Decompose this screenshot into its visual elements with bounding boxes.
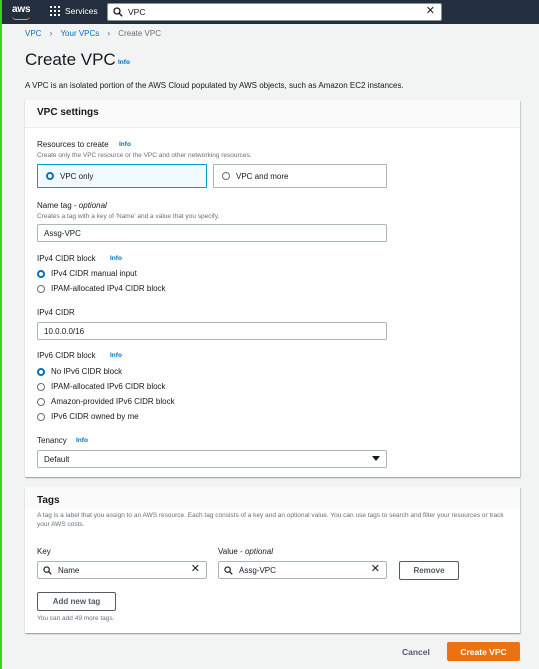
top-navigation-bar: aws Services ✕	[2, 0, 539, 24]
radio-selected-icon	[37, 367, 45, 376]
caret-down-icon	[372, 456, 380, 461]
global-search-box[interactable]: ✕	[107, 3, 442, 21]
tags-panel: Tags A tag is a label that you assign to…	[25, 487, 520, 633]
search-icon	[113, 7, 123, 17]
tag-key-input[interactable]: Name ✕	[37, 561, 207, 579]
ipv4-block-info-link[interactable]: Info	[110, 255, 122, 262]
ipv4-cidr-input[interactable]: 10.0.0.0/16	[37, 322, 387, 340]
page-description: A VPC is an isolated portion of the AWS …	[25, 81, 404, 90]
name-tag-input[interactable]: Assg-VPC	[37, 224, 387, 242]
tags-heading: Tags	[25, 487, 520, 509]
ipv6-option-none[interactable]: No IPv6 CIDR block	[37, 367, 122, 376]
name-tag-description: Creates a tag with a key of 'Name' and a…	[37, 213, 220, 220]
ipv4-block-label: IPv4 CIDR block	[37, 254, 96, 263]
left-edge-accent	[0, 0, 2, 669]
services-menu-button[interactable]: Services	[50, 6, 98, 16]
tag-value-input[interactable]: Assg-VPC ✕	[218, 561, 387, 579]
ipv6-block-info-link[interactable]: Info	[110, 352, 122, 359]
tags-description: A tag is a label that you assign to an A…	[37, 512, 504, 528]
clear-key-icon[interactable]: ✕	[191, 564, 200, 575]
clear-search-icon[interactable]: ✕	[426, 6, 435, 17]
tags-remaining-note: You can add 49 more tags.	[37, 615, 115, 622]
option-label: IPv6 CIDR owned by me	[51, 412, 139, 421]
chevron-right-icon: ›	[49, 28, 53, 38]
cancel-button[interactable]: Cancel	[402, 647, 430, 657]
tag-value-label: Value - optional	[218, 547, 274, 556]
tenancy-info-link[interactable]: Info	[76, 437, 88, 444]
services-label: Services	[65, 6, 98, 16]
grid-menu-icon	[50, 6, 60, 16]
breadcrumb-current: Create VPC	[118, 28, 161, 38]
tag-key-label: Key	[37, 547, 51, 556]
global-search-input[interactable]	[128, 6, 408, 18]
resources-info-link[interactable]: Info	[119, 141, 131, 148]
resource-option-vpc-and-more[interactable]: VPC and more	[213, 164, 387, 188]
create-vpc-button[interactable]: Create VPC	[447, 642, 520, 661]
page-info-link[interactable]: Info	[118, 59, 130, 66]
ipv6-block-label: IPv6 CIDR block	[37, 351, 96, 360]
radio-unselected-icon	[37, 397, 45, 406]
option-label: IPAM-allocated IPv6 CIDR block	[51, 382, 166, 391]
vpc-settings-heading: VPC settings	[25, 100, 520, 128]
page-title: Create VPC	[25, 50, 116, 69]
resources-description: Create only the VPC resource or the VPC …	[37, 152, 252, 159]
tag-value-value: Assg-VPC	[239, 566, 276, 575]
radio-unselected-icon	[37, 412, 45, 421]
search-icon	[224, 566, 233, 575]
tenancy-value: Default	[44, 455, 70, 464]
vpc-settings-panel: VPC settings Resources to create Info Cr…	[25, 100, 520, 477]
resource-option-label: VPC and more	[236, 171, 289, 181]
ipv4-option-manual[interactable]: IPv4 CIDR manual input	[37, 269, 137, 278]
resource-option-vpc-only[interactable]: VPC only	[37, 164, 207, 188]
ipv6-option-amazon[interactable]: Amazon-provided IPv6 CIDR block	[37, 397, 175, 406]
ipv4-cidr-label: IPv4 CIDR	[37, 308, 75, 317]
clear-value-icon[interactable]: ✕	[371, 564, 380, 575]
radio-unselected-icon	[37, 284, 45, 293]
name-tag-label: Name tag - optional	[37, 201, 107, 210]
option-label: Amazon-provided IPv6 CIDR block	[51, 397, 175, 406]
option-label: IPAM-allocated IPv4 CIDR block	[51, 284, 166, 293]
search-icon	[43, 566, 52, 575]
resource-option-label: VPC only	[60, 171, 94, 181]
tenancy-select[interactable]: Default	[37, 450, 387, 468]
aws-logo-smile	[12, 16, 30, 20]
option-label: IPv4 CIDR manual input	[51, 269, 137, 278]
option-label: No IPv6 CIDR block	[51, 367, 123, 376]
chevron-right-icon: ›	[107, 28, 111, 38]
breadcrumb-vpc-link[interactable]: VPC	[25, 29, 41, 38]
ipv6-option-owned[interactable]: IPv6 CIDR owned by me	[37, 412, 139, 421]
breadcrumb: VPC › Your VPCs › Create VPC	[25, 28, 161, 38]
remove-tag-button[interactable]: Remove	[399, 561, 459, 580]
radio-selected-icon	[37, 269, 45, 278]
tag-key-value: Name	[58, 566, 80, 575]
ipv6-option-ipam[interactable]: IPAM-allocated IPv6 CIDR block	[37, 382, 166, 391]
tenancy-label: Tenancy	[37, 436, 67, 445]
radio-selected-icon	[46, 172, 54, 180]
resources-label: Resources to create	[37, 140, 109, 149]
breadcrumb-your-vpcs-link[interactable]: Your VPCs	[60, 29, 99, 38]
aws-logo[interactable]: aws	[12, 4, 31, 15]
add-new-tag-button[interactable]: Add new tag	[37, 592, 116, 611]
radio-unselected-icon	[222, 172, 230, 180]
ipv4-option-ipam[interactable]: IPAM-allocated IPv4 CIDR block	[37, 284, 166, 293]
radio-unselected-icon	[37, 382, 45, 391]
